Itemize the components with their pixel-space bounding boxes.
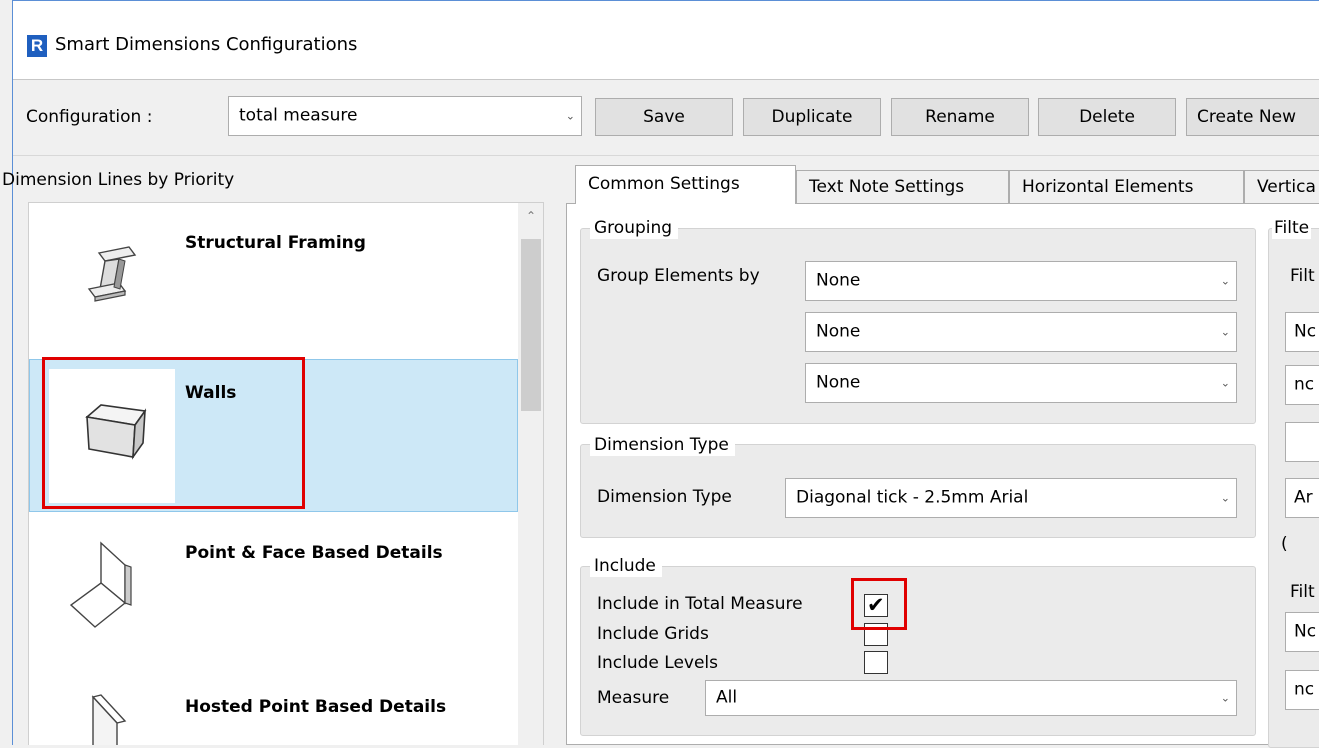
select-value: Diagonal tick - 2.5mm Arial (796, 487, 1029, 508)
group-by-select-3[interactable]: None ⌄ (805, 363, 1237, 403)
list-item-label: Hosted Point Based Details (185, 697, 447, 717)
priority-list-title: Dimension Lines by Priority (2, 170, 235, 190)
filter-label-2: Filt (1290, 582, 1315, 602)
include-title: Include (590, 555, 662, 577)
revit-app-icon: R (27, 35, 47, 57)
window-title: Smart Dimensions Configurations (55, 34, 358, 55)
group-by-select-1[interactable]: None ⌄ (805, 261, 1237, 301)
configuration-select[interactable]: total measure ⌄ (228, 96, 582, 136)
group-by-select-2[interactable]: None ⌄ (805, 312, 1237, 352)
include-levels-label: Include Levels (597, 653, 719, 673)
measure-select[interactable]: All ⌄ (705, 680, 1237, 716)
tab-horizontal-elements[interactable]: Horizontal Elements (1009, 170, 1244, 203)
list-scrollbar[interactable]: ⌃ (518, 203, 543, 745)
chevron-down-icon: ⌄ (565, 109, 575, 123)
dimension-type-label: Dimension Type (597, 487, 732, 507)
measure-label: Measure (597, 688, 670, 708)
chevron-down-icon: ⌄ (1220, 376, 1230, 390)
list-item-label: Point & Face Based Details (185, 543, 443, 563)
create-new-button[interactable]: Create New (1186, 98, 1319, 136)
filter-select-2[interactable]: nc (1285, 365, 1319, 405)
structural-framing-icon (87, 246, 137, 302)
dimension-type-select[interactable]: Diagonal tick - 2.5mm Arial ⌄ (785, 478, 1237, 518)
include-total-measure-label: Include in Total Measure (597, 594, 803, 614)
select-value: Ar (1294, 487, 1313, 508)
include-grids-label: Include Grids (597, 624, 709, 644)
select-value: nc (1294, 679, 1315, 700)
dimension-type-title: Dimension Type (590, 434, 735, 456)
chevron-down-icon: ⌄ (1220, 491, 1230, 505)
save-button[interactable]: Save (595, 98, 733, 136)
chevron-down-icon: ⌄ (1220, 325, 1230, 339)
select-value: None (816, 321, 861, 342)
checkbox-highlight-box (851, 578, 907, 630)
chevron-down-icon: ⌄ (1220, 274, 1230, 288)
select-value: None (816, 270, 861, 291)
delete-button[interactable]: Delete (1038, 98, 1176, 136)
tab-common-settings[interactable]: Common Settings (575, 165, 796, 204)
filter-label-1: Filt (1290, 266, 1315, 286)
rename-button[interactable]: Rename (891, 98, 1029, 136)
walls-highlight-box (42, 357, 305, 509)
point-face-detail-icon (69, 541, 132, 628)
grouping-title: Grouping (590, 217, 679, 239)
list-item-label: Structural Framing (185, 233, 366, 253)
duplicate-button[interactable]: Duplicate (743, 98, 881, 136)
filter-select-1[interactable]: Nc (1285, 312, 1319, 352)
filter-select-4[interactable]: Nc (1285, 612, 1319, 652)
select-value: Nc (1294, 621, 1317, 642)
include-levels-checkbox[interactable] (864, 651, 888, 674)
filter-input[interactable] (1285, 422, 1319, 462)
scroll-up-icon[interactable]: ⌃ (518, 209, 543, 223)
tab-vertical-elements[interactable]: Vertica (1244, 170, 1319, 203)
tab-text-note-settings[interactable]: Text Note Settings (796, 170, 1009, 203)
filter-select-5[interactable]: nc (1285, 670, 1319, 710)
select-value: nc (1294, 374, 1315, 395)
chevron-down-icon: ⌄ (1220, 691, 1230, 705)
title-separator (13, 79, 1319, 80)
configuration-label: Configuration : (26, 107, 153, 127)
group-elements-label: Group Elements by (597, 266, 760, 286)
hosted-point-detail-icon (91, 694, 127, 745)
scroll-thumb[interactable] (521, 239, 541, 411)
select-value: All (716, 687, 738, 708)
select-value: None (816, 372, 861, 393)
configuration-value: total measure (239, 105, 358, 126)
toolbar-divider (13, 155, 1319, 156)
filter-paren: ( (1281, 534, 1288, 554)
select-value: Nc (1294, 321, 1317, 342)
filter-select-3[interactable]: Ar (1285, 478, 1319, 518)
filter-title: Filte (1272, 217, 1312, 239)
